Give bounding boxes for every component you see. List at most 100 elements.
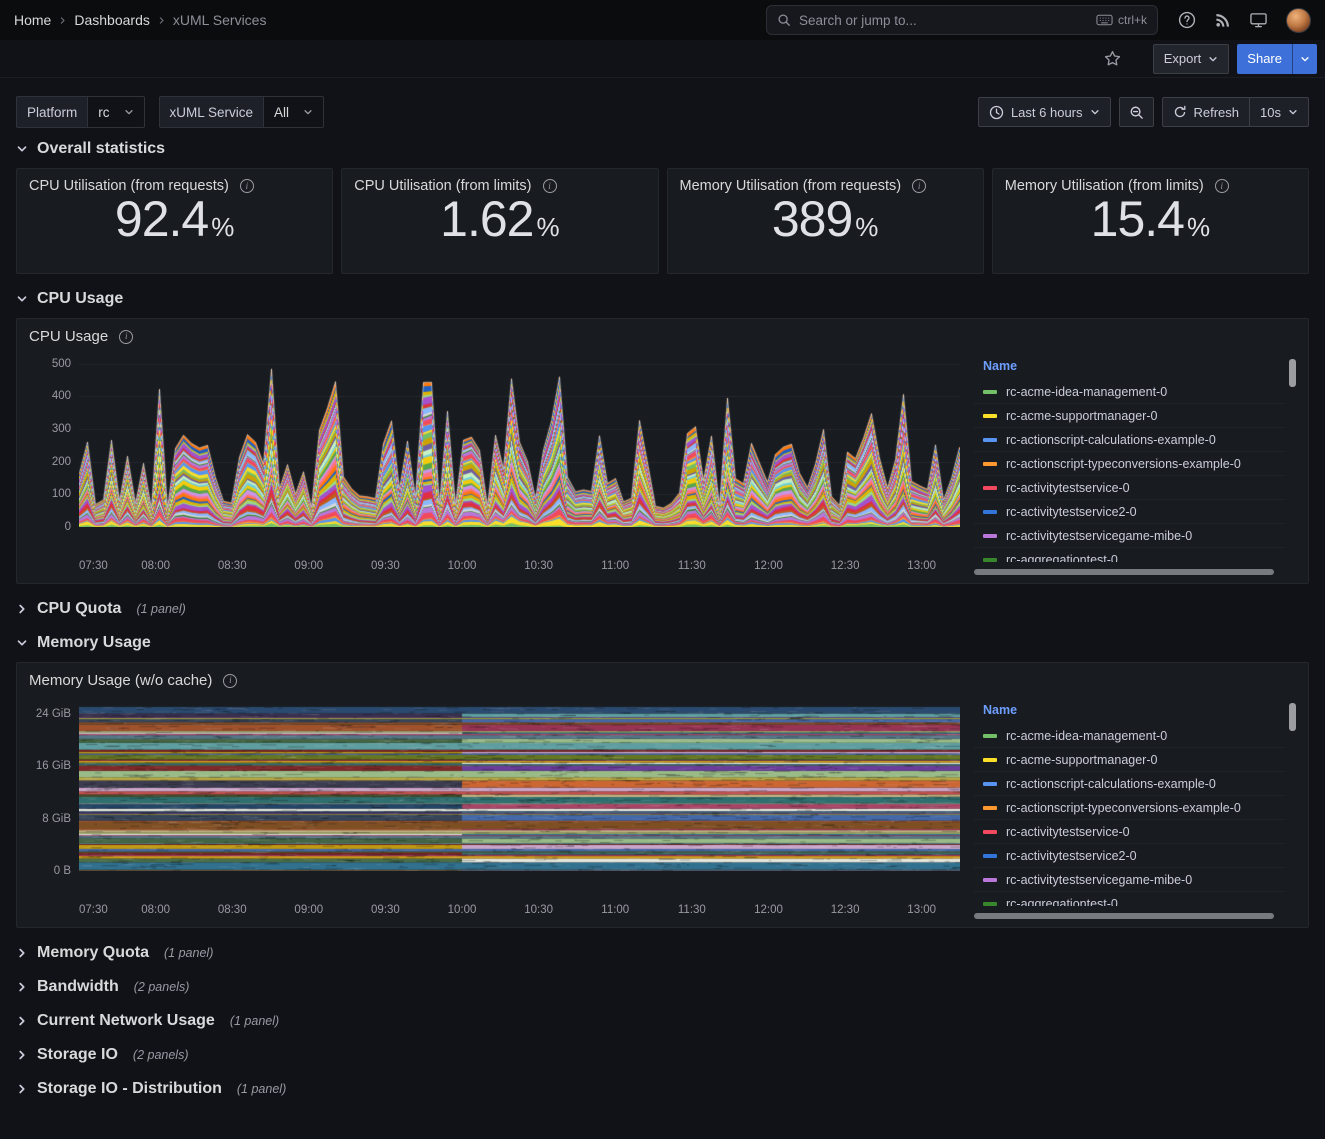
memory-y-axis: 24 GiB16 GiB8 GiB0 B	[29, 701, 71, 871]
series-name: rc-actionscript-calculations-example-0	[1006, 777, 1216, 791]
export-button[interactable]: Export	[1153, 44, 1230, 74]
info-icon[interactable]	[543, 179, 557, 193]
cpu-y-axis: 5004003002001000	[29, 357, 71, 527]
section-memory-quota[interactable]: Memory Quota (1 panel)	[16, 944, 1309, 962]
series-name: rc-activitytestservicegame-mibe-0	[1006, 873, 1192, 887]
info-icon[interactable]	[119, 330, 133, 344]
monitor-icon[interactable]	[1250, 12, 1267, 28]
memory-usage-panel-title[interactable]: Memory Usage (w/o cache)	[29, 672, 1296, 689]
section-cpu-usage[interactable]: CPU Usage	[16, 290, 1309, 308]
legend-item[interactable]: rc-actionscript-calculations-example-0	[974, 772, 1285, 796]
x-axis-tick: 11:00	[601, 560, 629, 572]
legend-horizontal-scrollbar[interactable]	[974, 913, 1274, 919]
news-rss-icon[interactable]	[1215, 12, 1231, 28]
section-cpu-quota[interactable]: CPU Quota (1 panel)	[16, 600, 1309, 618]
breadcrumb-dashboards[interactable]: Dashboards	[74, 12, 150, 28]
x-axis-tick: 07:30	[79, 904, 108, 916]
y-axis-tick: 0 B	[29, 864, 71, 878]
stat-value: 389 %	[680, 194, 971, 264]
section-storage-io-distribution[interactable]: Storage IO - Distribution (1 panel)	[16, 1080, 1309, 1098]
stat-value: 1.62 %	[354, 194, 645, 264]
cpu-usage-chart[interactable]	[79, 357, 960, 527]
series-name: rc-activitytestservice2-0	[1006, 849, 1137, 863]
section-memory-usage[interactable]: Memory Usage	[16, 634, 1309, 652]
series-name: rc-actionscript-typeconversions-example-…	[1006, 457, 1241, 471]
favorite-star-button[interactable]	[1097, 44, 1129, 74]
legend-item[interactable]: rc-activitytestservice2-0	[974, 844, 1285, 868]
refresh-interval-dropdown[interactable]: 10s	[1249, 97, 1309, 127]
legend-item[interactable]: rc-acme-supportmanager-0	[974, 404, 1285, 428]
section-storage-io[interactable]: Storage IO (2 panels)	[16, 1046, 1309, 1064]
user-avatar[interactable]	[1286, 8, 1311, 33]
legend-item[interactable]: rc-aggregationtest-0	[974, 892, 1285, 906]
keyboard-icon	[1096, 14, 1113, 26]
info-icon[interactable]	[240, 179, 254, 193]
series-color-swatch	[983, 438, 997, 442]
breadcrumb-home[interactable]: Home	[14, 12, 51, 28]
zoom-out-button[interactable]	[1119, 97, 1154, 127]
legend-item[interactable]: rc-actionscript-calculations-example-0	[974, 428, 1285, 452]
legend-item[interactable]: rc-actionscript-typeconversions-example-…	[974, 796, 1285, 820]
legend-item[interactable]: rc-acme-supportmanager-0	[974, 748, 1285, 772]
x-axis-tick: 10:30	[524, 560, 553, 572]
legend-name-header[interactable]: Name	[974, 357, 1285, 380]
series-name: rc-actionscript-typeconversions-example-…	[1006, 801, 1241, 815]
legend-name-header[interactable]: Name	[974, 701, 1285, 724]
legend-vertical-scrollbar[interactable]	[1289, 359, 1296, 387]
section-overall-statistics[interactable]: Overall statistics	[16, 140, 1309, 158]
share-dropdown-button[interactable]	[1292, 44, 1317, 74]
x-axis-tick: 09:00	[294, 904, 323, 916]
series-color-swatch	[983, 414, 997, 418]
search-input[interactable]: Search or jump to... ctrl+k	[766, 5, 1158, 35]
info-icon[interactable]	[223, 674, 237, 688]
y-axis-tick: 16 GiB	[29, 759, 71, 773]
cpu-x-axis: 07:3008:0008:3009:0009:3010:0010:3011:00…	[79, 553, 960, 575]
x-axis-tick: 11:30	[678, 560, 706, 572]
legend-item[interactable]: rc-activitytestservice2-0	[974, 500, 1285, 524]
chevron-right-icon	[16, 981, 28, 993]
time-range-picker[interactable]: Last 6 hours	[978, 97, 1111, 127]
section-current-network-usage[interactable]: Current Network Usage (1 panel)	[16, 1012, 1309, 1030]
platform-filter-label: Platform	[16, 96, 87, 128]
help-icon[interactable]	[1178, 11, 1196, 29]
stat-panels-row: CPU Utilisation (from requests) 92.4 % C…	[16, 168, 1309, 274]
platform-filter-value[interactable]: rc	[87, 96, 144, 128]
legend-item[interactable]: rc-actionscript-typeconversions-example-…	[974, 452, 1285, 476]
cpu-usage-panel-title[interactable]: CPU Usage	[29, 328, 1296, 345]
series-color-swatch	[983, 534, 997, 538]
legend-item[interactable]: rc-activitytestservice-0	[974, 476, 1285, 500]
legend-item[interactable]: rc-acme-idea-management-0	[974, 380, 1285, 404]
legend-horizontal-scrollbar[interactable]	[974, 569, 1274, 575]
x-axis-tick: 09:30	[371, 560, 400, 572]
x-axis-tick: 11:30	[678, 904, 706, 916]
legend-item[interactable]: rc-activitytestservice-0	[974, 820, 1285, 844]
chevron-right-icon	[16, 1049, 28, 1061]
series-color-swatch	[983, 558, 997, 562]
info-icon[interactable]	[1215, 179, 1229, 193]
zoom-out-icon	[1129, 105, 1144, 120]
chevron-down-icon	[16, 143, 28, 155]
series-name: rc-aggregationtest-0	[1006, 897, 1118, 907]
section-bandwidth[interactable]: Bandwidth (2 panels)	[16, 978, 1309, 996]
chevron-right-icon	[157, 16, 166, 25]
memory-usage-chart-area: 24 GiB16 GiB8 GiB0 B 07:3008:0008:3009:0…	[29, 701, 960, 919]
chevron-right-icon	[58, 16, 67, 25]
refresh-button[interactable]: Refresh	[1162, 97, 1251, 127]
share-button[interactable]: Share	[1237, 44, 1292, 74]
service-filter: xUML Service All	[159, 96, 325, 128]
memory-usage-chart[interactable]	[79, 701, 960, 871]
search-icon	[777, 13, 791, 27]
legend-vertical-scrollbar[interactable]	[1289, 703, 1296, 731]
cpu-usage-chart-area: 5004003002001000 07:3008:0008:3009:0009:…	[29, 357, 960, 575]
legend-item[interactable]: rc-aggregationtest-0	[974, 548, 1285, 562]
service-filter-value[interactable]: All	[263, 96, 324, 128]
time-controls: Last 6 hours Refresh 10s	[978, 97, 1309, 127]
x-axis-tick: 12:00	[754, 904, 783, 916]
legend-item[interactable]: rc-activitytestservicegame-mibe-0	[974, 868, 1285, 892]
legend-item[interactable]: rc-activitytestservicegame-mibe-0	[974, 524, 1285, 548]
info-icon[interactable]	[912, 179, 926, 193]
legend-item[interactable]: rc-acme-idea-management-0	[974, 724, 1285, 748]
dashboard-body: Overall statistics CPU Utilisation (from…	[0, 140, 1325, 1098]
memory-legend: Name rc-acme-idea-management-0 rc-acme-s…	[974, 701, 1296, 919]
x-axis-tick: 08:00	[141, 904, 170, 916]
